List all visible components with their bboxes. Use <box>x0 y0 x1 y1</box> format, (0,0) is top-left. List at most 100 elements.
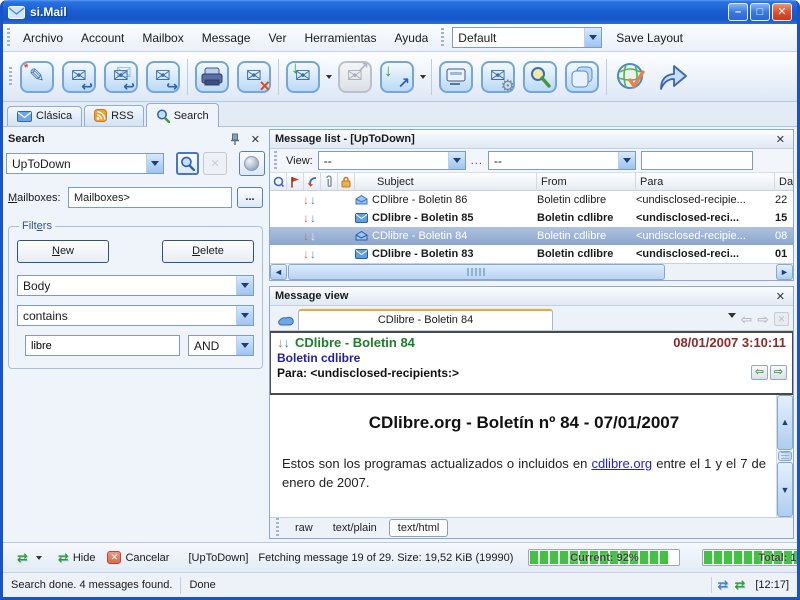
toolbar-grip[interactable] <box>6 28 11 48</box>
menu-herramientas[interactable]: Herramientas <box>295 28 385 48</box>
close-button[interactable]: ✕ <box>772 3 792 21</box>
chevron-down-icon[interactable] <box>146 154 163 173</box>
tab-search[interactable]: Search <box>146 103 219 127</box>
forward-button[interactable]: ✉↪ <box>142 55 184 99</box>
maximize-button[interactable]: □ <box>750 3 770 21</box>
search-profile-select[interactable]: UpToDown <box>6 153 164 174</box>
cdlibre-link[interactable]: cdlibre.org <box>591 456 652 471</box>
address-book-button[interactable] <box>435 55 477 99</box>
menu-ver[interactable]: Ver <box>259 28 295 48</box>
menu-ayuda[interactable]: Ayuda <box>385 28 437 48</box>
scrollbar-thumb[interactable] <box>288 264 665 280</box>
hide-button[interactable]: ⇄ Hide <box>54 548 100 568</box>
col-subject[interactable]: Subject <box>355 173 537 190</box>
col-flag[interactable] <box>287 173 304 190</box>
next-message-button[interactable]: ⇨ <box>770 365 787 380</box>
tab-list-dropdown-icon[interactable] <box>728 313 736 325</box>
col-attachment[interactable] <box>321 173 338 190</box>
save-layout-button[interactable]: Save Layout <box>606 28 693 48</box>
view-select-1[interactable]: -- <box>318 151 466 170</box>
chevron-down-icon[interactable] <box>618 152 635 169</box>
close-panel-icon[interactable]: ✕ <box>248 133 263 146</box>
menu-mailbox[interactable]: Mailbox <box>133 28 192 48</box>
title-bar[interactable]: si.Mail – □ ✕ <box>3 0 797 24</box>
message-tab[interactable]: CDlibre - Boletin 84 <box>298 309 553 330</box>
menu-message[interactable]: Message <box>193 28 260 48</box>
message-row[interactable]: ↓↓ CDlibre - Boletin 86 Boletin cdlibre … <box>270 191 793 209</box>
window-layout-button[interactable] <box>561 55 603 99</box>
quick-filter-input[interactable] <box>641 151 753 170</box>
cancel-button[interactable]: ✕ Cancelar <box>103 549 173 566</box>
print-button[interactable] <box>191 55 233 99</box>
chevron-down-icon[interactable] <box>584 28 601 47</box>
send-queued-button[interactable]: ✉↗ <box>334 55 376 99</box>
scroll-right-arrow[interactable]: ► <box>776 264 793 280</box>
fetch-and-send-button[interactable]: ↓↗ <box>376 55 418 99</box>
filter-term-input[interactable] <box>25 335 180 356</box>
close-message-list-icon[interactable]: ✕ <box>773 133 788 146</box>
vertical-scrollbar[interactable]: ▲ ▼ <box>776 395 793 517</box>
col-answered[interactable] <box>304 173 321 190</box>
sync-split-button[interactable]: ⇄ <box>13 548 32 568</box>
chevron-down-icon[interactable] <box>236 336 253 355</box>
col-security[interactable] <box>338 173 355 190</box>
goto-button[interactable] <box>652 55 694 99</box>
scrollbar-thumb[interactable] <box>778 451 792 462</box>
layout-select[interactable]: Default <box>452 27 602 48</box>
sync-dropdown-icon[interactable] <box>36 553 42 563</box>
run-search-button[interactable] <box>176 152 199 175</box>
filter-field-select[interactable]: Body <box>17 275 254 296</box>
chevron-down-icon[interactable] <box>448 152 465 169</box>
format-tab-texthtml[interactable]: text/html <box>389 519 449 537</box>
tab-rss[interactable]: RSS <box>84 105 144 126</box>
delete-button[interactable]: ✉× <box>233 55 275 99</box>
message-row-selected[interactable]: ↓↓ CDlibre - Boletin 84 Boletin cdlibre … <box>270 227 793 245</box>
fetch-activity-icon[interactable]: ⇄ <box>718 577 729 593</box>
chevron-down-icon[interactable] <box>236 276 253 295</box>
format-tab-raw[interactable]: raw <box>287 520 321 536</box>
new-filter-button[interactable]: New <box>17 240 109 263</box>
scrollbar-track[interactable] <box>666 264 776 280</box>
mailboxes-field[interactable]: Mailboxes> <box>68 187 232 208</box>
chevron-down-icon[interactable] <box>236 306 253 325</box>
toolbar-grip[interactable] <box>275 518 280 538</box>
message-filters-button[interactable]: ✉⚙ <box>477 55 519 99</box>
minimize-button[interactable]: – <box>728 3 748 21</box>
scroll-left-arrow[interactable]: ◄ <box>270 264 287 280</box>
filter-operator-select[interactable]: contains <box>17 305 254 326</box>
fetch-mail-dropdown[interactable] <box>324 72 334 82</box>
message-row[interactable]: ↓↓ CDlibre - Boletin 83 Boletin cdlibre … <box>270 245 793 263</box>
col-status[interactable] <box>270 173 287 190</box>
filter-logic-select[interactable]: AND <box>188 335 254 356</box>
prev-message-button[interactable]: ⇦ <box>751 365 768 380</box>
col-date[interactable]: Da <box>775 173 793 190</box>
delete-filter-button[interactable]: Delete <box>162 240 254 263</box>
send-activity-icon[interactable]: ⇄ <box>734 577 745 593</box>
message-row[interactable]: ↓↓ CDlibre - Boletin 85 Boletin cdlibre … <box>270 209 793 227</box>
scroll-up-arrow[interactable]: ▲ <box>777 395 793 450</box>
menu-account[interactable]: Account <box>72 28 133 48</box>
format-tab-textplain[interactable]: text/plain <box>325 520 385 536</box>
pin-icon[interactable] <box>229 133 241 146</box>
fetch-and-send-dropdown[interactable] <box>418 72 428 82</box>
fetch-mail-button[interactable]: ✉↓ <box>282 55 324 99</box>
close-message-view-icon[interactable]: ✕ <box>773 290 788 303</box>
col-from[interactable]: From <box>537 173 636 190</box>
toolbar-grip[interactable] <box>273 151 278 171</box>
reply-all-button[interactable]: ✉↩ <box>100 55 142 99</box>
header-from[interactable]: Boletin cdlibre <box>277 351 786 365</box>
reply-button[interactable]: ✉↩ <box>58 55 100 99</box>
search-button[interactable] <box>519 55 561 99</box>
check-updates-button[interactable] <box>610 55 652 99</box>
horizontal-scrollbar[interactable]: ◄ ► <box>270 263 793 280</box>
compose-button[interactable]: ✎* <box>16 55 58 99</box>
toolbar-grip[interactable] <box>440 28 445 48</box>
menu-archivo[interactable]: Archivo <box>14 28 72 48</box>
toolbar-grip[interactable] <box>8 67 13 87</box>
col-para[interactable]: Para <box>636 173 775 190</box>
view-select-2[interactable]: -- <box>488 151 636 170</box>
message-tab-list-button[interactable] <box>274 316 298 330</box>
mailboxes-browse-button[interactable]: ... <box>237 187 263 208</box>
search-options-button[interactable] <box>239 151 265 176</box>
scroll-down-arrow[interactable]: ▼ <box>777 462 793 517</box>
